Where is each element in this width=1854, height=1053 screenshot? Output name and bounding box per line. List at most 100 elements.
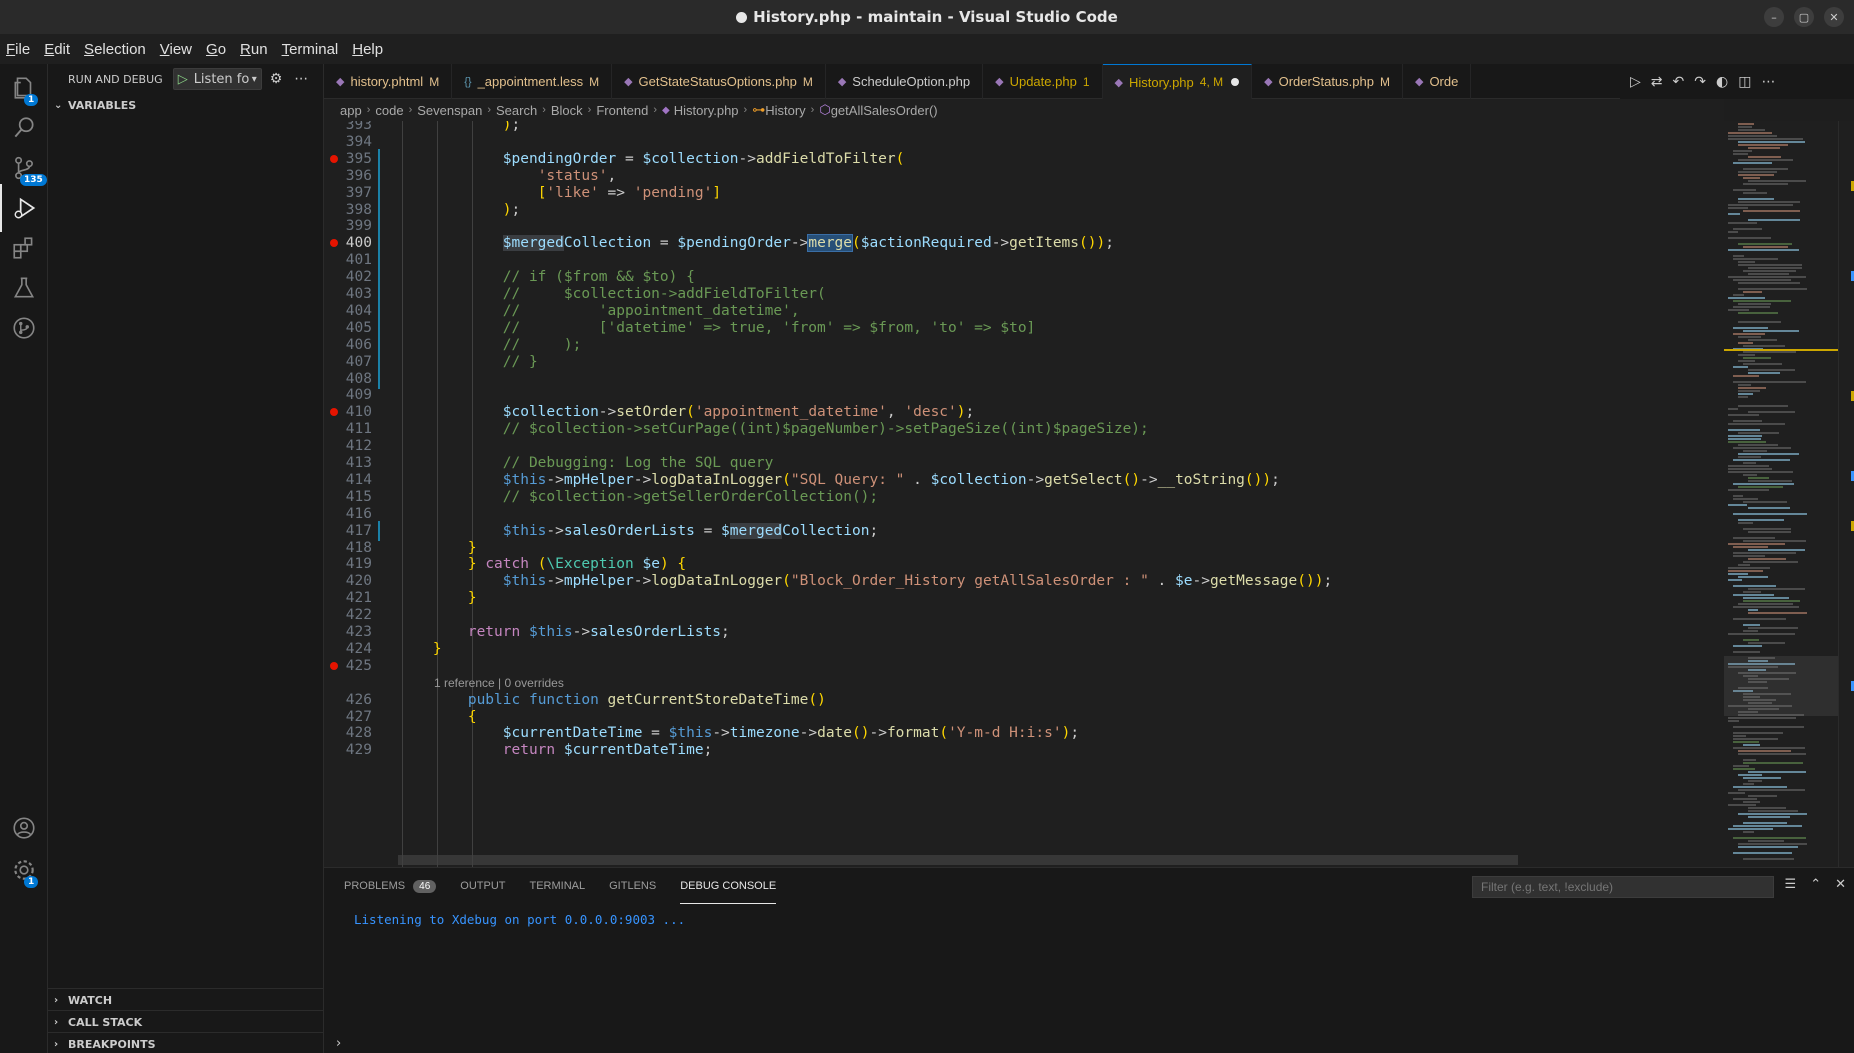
minimap-line [1728,633,1795,635]
panel-tab-problems[interactable]: PROBLEMS 46 [344,868,437,904]
breadcrumb-item[interactable]: History.php [674,103,739,118]
gitlens-button[interactable] [0,304,48,352]
minimap-line [1748,612,1807,614]
panel-tab-gitlens[interactable]: GITLENS [609,868,656,904]
minimap-line [1733,447,1791,449]
menu-view[interactable]: View [160,41,192,58]
panel-tab-output[interactable]: OUTPUT [460,868,505,904]
breadcrumb-item[interactable]: getAllSalesOrder() [831,103,938,118]
code-line[interactable]: 429 return $currentDateTime; [324,740,1724,760]
minimize-button[interactable]: – [1764,7,1784,27]
watch-section[interactable]: › WATCH [48,988,324,1011]
variables-section-header[interactable]: ⌄ VARIABLES [48,94,323,116]
compare-icon[interactable]: ⇄ [1651,74,1663,90]
more-actions-icon[interactable]: ⋯ [294,71,308,87]
breakpoint-icon[interactable] [330,661,338,670]
more-actions-icon[interactable]: ⋯ [1761,74,1775,90]
minimap-line [1748,810,1798,812]
menu-file[interactable]: File [6,41,30,58]
breadcrumb-item[interactable]: Search [496,103,537,118]
split-editor-icon[interactable]: ◫ [1738,74,1751,90]
breadcrumb: app › code › Sevenspan › Search › Block › Frontend… [324,99,1724,121]
tab-status: M [1379,74,1390,89]
breadcrumb-item[interactable]: Sevenspan [417,103,482,118]
breadcrumb-item[interactable]: Block [551,103,583,118]
close-panel-icon[interactable]: ✕ [1835,877,1846,892]
minimap-line [1738,843,1807,845]
unsaved-dot-icon[interactable] [1231,78,1240,86]
minimap-line [1733,741,1759,743]
maximize-button[interactable]: ▢ [1794,7,1814,27]
minimap-line [1743,759,1756,761]
minimap-line [1743,777,1781,779]
minimap-line [1728,504,1747,506]
tab-scheduleoption-php[interactable]: ◆ ScheduleOption.php [826,64,984,99]
menu-run[interactable]: Run [240,41,268,58]
minimap-line [1738,321,1781,323]
php-file-icon: ◆ [336,76,345,88]
accounts-button[interactable] [0,804,48,852]
toggle-icon[interactable]: ◐ [1716,74,1728,90]
minimap-line [1733,747,1805,749]
tab-history-php[interactable]: ◆ History.php 4, M [1102,64,1253,99]
tab-orderstatus-php[interactable]: ◆ OrderStatus.php M [1252,64,1403,99]
minimap-line [1733,294,1744,296]
clear-console-icon[interactable]: ☰ [1785,877,1797,892]
panel-tab-terminal[interactable]: TERMINAL [530,868,586,904]
minimap-line [1728,717,1796,719]
menu-go[interactable]: Go [206,41,226,58]
minimap-selection [1724,349,1838,351]
minimap-line [1738,774,1762,776]
horizontal-scrollbar[interactable] [398,855,1518,865]
settings-gear-icon[interactable]: ⚙ [270,71,283,87]
panel-tab-debug-console[interactable]: DEBUG CONSOLE [680,868,777,904]
console-filter-input[interactable] [1472,876,1774,898]
flask-icon [13,277,35,298]
tab-getstatestatusoptions-php[interactable]: ◆ GetStateStatusOptions.php M [612,64,826,99]
extensions-icon [13,237,33,259]
vertical-scrollbar[interactable] [1838,121,1854,867]
close-button[interactable]: ✕ [1824,7,1844,27]
minimap-line [1733,852,1792,854]
tab-history-phtml[interactable]: ◆ history.phtml M [324,64,453,99]
breadcrumb-item[interactable]: History [765,103,805,118]
breakpoint-icon[interactable] [330,154,338,163]
console-prompt-icon[interactable]: › [336,1036,341,1051]
tab-orde[interactable]: ◆ Orde [1403,64,1472,99]
menu-selection[interactable]: Selection [84,41,146,58]
account-icon [13,817,35,839]
minimap-viewport[interactable] [1724,656,1838,716]
minimap-line [1738,171,1777,173]
minimap-line [1728,579,1742,581]
watch-label: WATCH [68,993,113,1007]
code-editor[interactable]: 393 ); 394 395 $pendingOrder = $collection… [324,121,1724,867]
minimap-line [1733,618,1786,620]
manage-button[interactable]: 1 [0,846,48,894]
minimap-line [1728,207,1748,209]
breadcrumb-item[interactable]: Frontend [596,103,648,118]
call-stack-section[interactable]: › CALL STACK [48,1010,324,1033]
menu-edit[interactable]: Edit [44,41,70,58]
run-icon[interactable]: ▷ [1630,74,1641,90]
breadcrumb-item[interactable]: code [375,103,403,118]
minimap-line [1733,189,1756,191]
minimap-line [1738,750,1791,752]
forward-icon[interactable]: ↷ [1694,74,1706,90]
tab-update-php[interactable]: ◆ Update.php 1 [983,64,1103,99]
back-icon[interactable]: ↶ [1673,74,1685,90]
tab-status: M [429,74,440,89]
maximize-panel-icon[interactable]: ⌃ [1810,877,1821,892]
start-debug-icon[interactable]: ▷ [178,72,188,87]
menu-help[interactable]: Help [352,41,383,58]
tab--appointment-less[interactable]: {} _appointment.less M [452,64,613,99]
minimap-line [1748,369,1795,371]
debug-config-select[interactable]: ▷ Listen for Xdebug ▾ [172,68,262,90]
minimap[interactable] [1724,121,1838,867]
php-file-icon: ◆ [1414,76,1424,88]
window-title: History.php - maintain - Visual Studio C… [736,8,1118,26]
breadcrumb-item[interactable]: app [340,103,362,118]
menu-terminal[interactable]: Terminal [282,41,339,58]
breakpoints-section[interactable]: › BREAKPOINTS [48,1032,324,1053]
activity-bar: 1 135 1 [0,64,48,1053]
minimap-line [1738,753,1806,755]
